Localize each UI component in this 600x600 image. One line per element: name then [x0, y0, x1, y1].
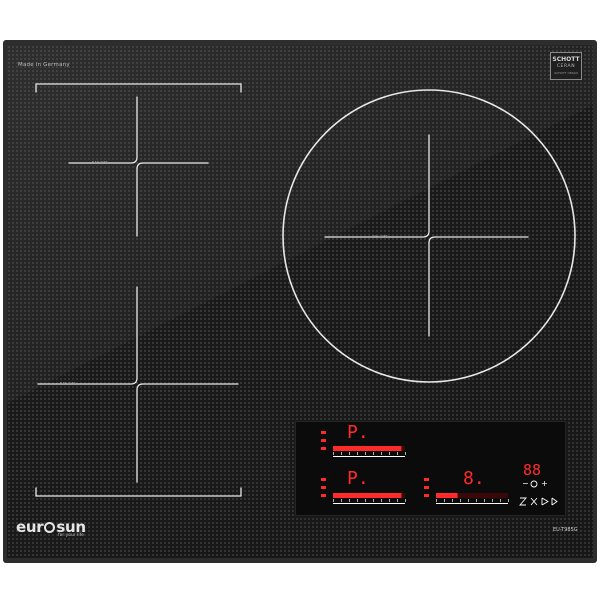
slider-tick	[341, 499, 342, 502]
slider-tick	[476, 499, 477, 502]
pause-icon[interactable]	[551, 497, 558, 506]
boost-icon[interactable]	[541, 497, 549, 506]
zone-bottom-left-power-slider[interactable]	[333, 493, 405, 498]
slider-fill	[333, 493, 402, 498]
zone-bottom-right-display: 8.	[463, 468, 485, 489]
slider-tick	[381, 499, 382, 502]
slider-tick	[365, 452, 366, 455]
slider-tick	[436, 499, 437, 502]
bridge-icon[interactable]	[519, 497, 527, 506]
slider-tick	[373, 452, 374, 455]
slider-tick	[468, 499, 469, 502]
slider-tick	[373, 499, 374, 502]
control-panel-graphics	[321, 431, 558, 506]
slider-tick	[484, 499, 485, 502]
slider-tick	[508, 499, 509, 502]
slider-tick	[389, 499, 390, 502]
timer-minus-button[interactable]: −	[522, 479, 529, 488]
zone-bottom-right-power-slider[interactable]	[436, 493, 508, 498]
slider-tick	[341, 452, 342, 455]
slider-fill	[436, 493, 458, 498]
zone-top-power-slider[interactable]	[333, 446, 405, 451]
slider-tick	[349, 499, 350, 502]
slider-tick	[500, 499, 501, 502]
timer-display: 88	[523, 461, 542, 479]
slider-tick	[381, 452, 382, 455]
key-lock-icon[interactable]	[530, 497, 538, 506]
zone-top-indicator-icon	[321, 431, 326, 434]
slider-tick	[389, 452, 390, 455]
slider-tick	[397, 452, 398, 455]
timer-clock-icon[interactable]	[530, 480, 538, 488]
slider-tick	[444, 499, 445, 502]
slider-tick	[460, 499, 461, 502]
zone-top-display: P.	[347, 422, 369, 443]
slider-tick	[349, 452, 350, 455]
slider-tick	[405, 499, 406, 502]
slider-tick	[405, 452, 406, 455]
slider-tick	[357, 499, 358, 502]
slider-tick	[492, 499, 493, 502]
slider-tick	[365, 499, 366, 502]
slider-fill	[333, 446, 402, 451]
timer-plus-button[interactable]: +	[541, 479, 548, 488]
slider-tick	[357, 452, 358, 455]
slider-tick	[333, 499, 334, 502]
slider-tick	[452, 499, 453, 502]
zone-bottom-left-display: P.	[347, 468, 369, 489]
slider-tick	[397, 499, 398, 502]
slider-tick	[333, 452, 334, 455]
